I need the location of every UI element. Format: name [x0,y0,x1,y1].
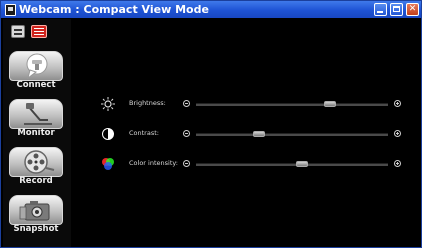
color-intensity-slider[interactable] [196,161,388,167]
brightness-slider[interactable] [196,101,388,107]
maximize-icon [393,6,400,12]
color-intensity-label: Color intensity: [129,159,178,167]
color-wheel-icon [102,158,114,170]
close-button[interactable]: ✕ [406,3,419,16]
full-view-icon[interactable] [31,25,47,38]
monitor-label: Monitor [17,128,55,138]
snapshot-tile [9,195,63,225]
connect-icon [26,53,48,80]
title-bar[interactable]: Webcam : Compact View Mode ✕ [1,1,421,18]
close-icon: ✕ [408,4,417,14]
monitor-icon [24,103,52,125]
camera-icon [19,201,50,221]
contrast-slider-thumb[interactable] [253,131,266,137]
brightness-slider-thumb[interactable] [324,101,337,107]
monitor-button[interactable]: Monitor [5,97,67,142]
maximize-button[interactable] [390,3,403,16]
connect-label: Connect [16,80,56,90]
connect-button[interactable]: Connect [5,49,67,94]
window-title: Webcam : Compact View Mode [19,3,209,16]
snapshot-button[interactable]: Snapshot [5,193,67,238]
color-intensity-decrease-button[interactable] [183,160,190,167]
sun-icon [101,97,115,111]
contrast-slider[interactable] [196,131,388,137]
contrast-decrease-button[interactable] [183,130,190,137]
minimize-button[interactable] [374,3,387,16]
brightness-decrease-button[interactable] [183,100,190,107]
contrast-label: Contrast: [129,129,159,137]
color-intensity-increase-button[interactable] [394,160,401,167]
record-label: Record [19,176,53,186]
minimize-icon [377,11,383,13]
contrast-icon [102,128,114,140]
compact-view-icon[interactable] [11,25,25,38]
monitor-tile [9,99,63,129]
color-intensity-row: Color intensity: [101,157,411,171]
brightness-increase-button[interactable] [394,100,401,107]
connect-tile [9,51,63,81]
webcam-app-icon [5,4,16,16]
brightness-label: Brightness: [129,99,166,107]
sidebar: Connect Monitor Record Snapshot [3,19,71,247]
record-button[interactable]: Record [5,145,67,190]
contrast-increase-button[interactable] [394,130,401,137]
snapshot-label: Snapshot [13,224,59,234]
record-tile [9,147,63,177]
film-reel-icon [24,150,55,174]
brightness-row: Brightness: [101,97,411,111]
color-intensity-slider-thumb[interactable] [295,161,308,167]
app-window: Webcam : Compact View Mode ✕ Connect Mon… [0,0,422,248]
contrast-row: Contrast: [101,127,411,141]
